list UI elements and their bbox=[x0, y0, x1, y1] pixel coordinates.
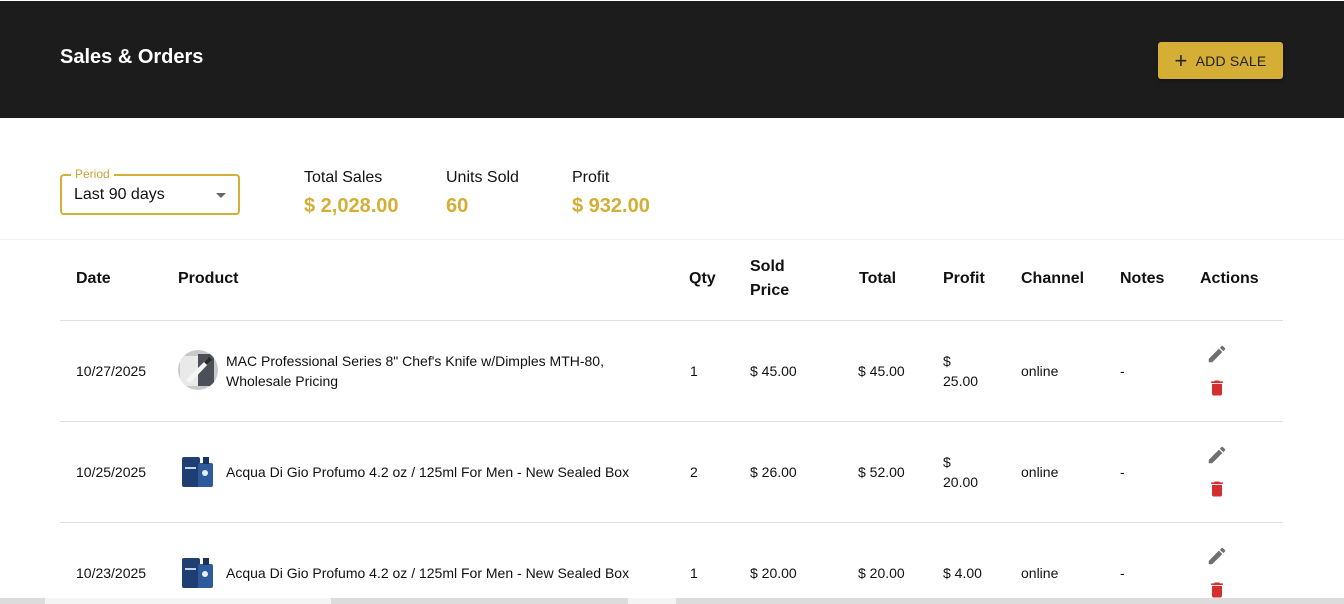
sales-table: Date Product Qty Sold Price Total Profit… bbox=[60, 240, 1283, 604]
cell-total: $ 20.00 bbox=[858, 565, 905, 581]
perfume-thumbnail bbox=[178, 552, 218, 592]
period-legend: Period bbox=[71, 167, 114, 181]
table-header: Date Product Qty Sold Price Total Profit… bbox=[60, 240, 1283, 321]
period-select[interactable]: Period Last 90 days bbox=[60, 167, 240, 215]
stat-label: Total Sales bbox=[304, 169, 383, 186]
cell-sold-price: $ 20.00 bbox=[750, 565, 797, 581]
knife-thumbnail bbox=[178, 350, 218, 390]
trash-icon[interactable] bbox=[1207, 377, 1227, 404]
cell-date: 10/27/2025 bbox=[76, 363, 147, 379]
col-profit[interactable]: Profit bbox=[943, 267, 985, 291]
cell-notes: - bbox=[1120, 363, 1125, 379]
stat-profit: Profit $ 932.00 bbox=[572, 169, 650, 218]
cell-product[interactable]: Acqua Di Gio Profumo 4.2 oz / 125ml For … bbox=[226, 563, 666, 583]
plus-icon: + bbox=[1174, 47, 1188, 73]
cell-qty: 1 bbox=[690, 565, 698, 581]
cell-product[interactable]: MAC Professional Series 8" Chef's Knife … bbox=[226, 351, 646, 391]
cell-channel: online bbox=[1021, 565, 1059, 581]
table-row[interactable]: 10/23/2025 Acqua Di Gio Profumo 4.2 oz /… bbox=[60, 523, 1283, 604]
cell-date: 10/23/2025 bbox=[76, 565, 147, 581]
table-row[interactable]: 10/25/2025 Acqua Di Gio Profumo 4.2 oz /… bbox=[60, 422, 1283, 523]
caret-down-icon bbox=[216, 193, 226, 198]
col-actions: Actions bbox=[1200, 270, 1259, 287]
col-total[interactable]: Total bbox=[859, 267, 896, 291]
pencil-icon[interactable] bbox=[1206, 545, 1228, 572]
cell-profit: $ 20.00 bbox=[943, 454, 979, 490]
col-date[interactable]: Date bbox=[76, 267, 111, 291]
cell-sold-price: $ 45.00 bbox=[750, 363, 797, 379]
page-title: Sales & Orders bbox=[60, 46, 204, 68]
col-qty[interactable]: Qty bbox=[689, 267, 716, 291]
cell-total: $ 52.00 bbox=[858, 464, 905, 480]
cell-product[interactable]: Acqua Di Gio Profumo 4.2 oz / 125ml For … bbox=[226, 462, 666, 482]
stat-value: 60 bbox=[446, 195, 469, 217]
col-sold-price[interactable]: Sold Price bbox=[750, 255, 810, 303]
add-sale-label: ADD SALE bbox=[1195, 52, 1267, 69]
pencil-icon[interactable] bbox=[1206, 343, 1228, 370]
col-product[interactable]: Product bbox=[178, 267, 238, 291]
cell-total: $ 45.00 bbox=[858, 363, 905, 379]
cell-qty: 2 bbox=[690, 464, 698, 480]
stat-units-sold: Units Sold 60 bbox=[446, 169, 519, 218]
stat-value: $ 932.00 bbox=[572, 195, 650, 217]
cell-sold-price: $ 26.00 bbox=[750, 464, 797, 480]
stat-total-sales: Total Sales $ 2,028.00 bbox=[304, 169, 399, 218]
cell-profit: $ 4.00 bbox=[943, 565, 982, 581]
pencil-icon[interactable] bbox=[1206, 444, 1228, 471]
cell-qty: 1 bbox=[690, 363, 698, 379]
stat-label: Profit bbox=[572, 169, 610, 186]
period-value: Last 90 days bbox=[74, 186, 165, 203]
trash-icon[interactable] bbox=[1207, 478, 1227, 505]
cell-date: 10/25/2025 bbox=[76, 464, 147, 480]
col-channel[interactable]: Channel bbox=[1021, 267, 1084, 291]
stat-label: Units Sold bbox=[446, 169, 519, 186]
cell-channel: online bbox=[1021, 464, 1059, 480]
cell-profit: $ 25.00 bbox=[943, 353, 979, 389]
cell-channel: online bbox=[1021, 363, 1059, 379]
add-sale-button[interactable]: + ADD SALE bbox=[1158, 42, 1283, 79]
col-notes[interactable]: Notes bbox=[1120, 267, 1164, 291]
top-header: Sales & Orders + ADD SALE bbox=[0, 1, 1344, 118]
cell-notes: - bbox=[1120, 565, 1125, 581]
cell-notes: - bbox=[1120, 464, 1125, 480]
stat-value: $ 2,028.00 bbox=[304, 195, 399, 217]
table-row[interactable]: 10/27/2025 MAC Professional Series 8" Ch… bbox=[60, 321, 1283, 422]
perfume-thumbnail bbox=[178, 451, 218, 491]
scrollbar-thumb-secondary[interactable] bbox=[628, 598, 676, 604]
sales-page: Sales & Orders + ADD SALE Period Last 90… bbox=[0, 0, 1344, 604]
scrollbar-thumb[interactable] bbox=[45, 598, 331, 604]
